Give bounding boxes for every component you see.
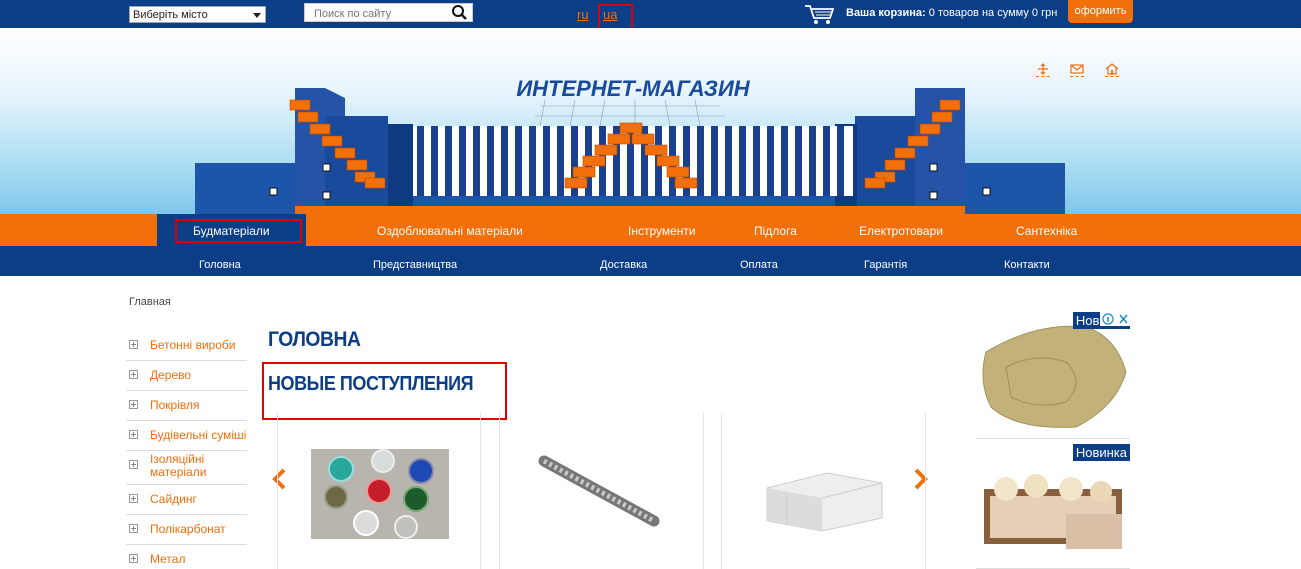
lang-ru-link[interactable]: ru: [577, 7, 589, 22]
fence-column: [795, 126, 802, 196]
sidebar-item[interactable]: Метал: [126, 545, 247, 569]
fence-column: [837, 126, 844, 196]
category-item-elektrotovary[interactable]: Електротовари: [859, 224, 943, 238]
city-select-value: Виберіть місто: [133, 9, 208, 21]
fence-column: [529, 126, 536, 196]
category-item-santekhnika[interactable]: Сантехніка: [1016, 224, 1077, 238]
category-item-budmaterialy[interactable]: Будматеріали: [193, 224, 270, 238]
ad-image-blanket[interactable]: [976, 312, 1130, 439]
fence-column: [753, 126, 760, 196]
chevron-down-icon: [253, 13, 261, 18]
fence-column: [459, 126, 466, 196]
product-image[interactable]: [762, 463, 887, 533]
sidebar-item-label[interactable]: Дерево: [150, 369, 191, 382]
ad-info-close-icon[interactable]: [1100, 312, 1132, 326]
sidebar-item-label[interactable]: Ізоляційні матеріали: [150, 453, 230, 479]
fence-column: [431, 126, 438, 196]
fence-column: [767, 126, 774, 196]
nav-item-offices[interactable]: Представництва: [373, 259, 457, 271]
ad-image-sofa[interactable]: [976, 444, 1130, 569]
expand-plus-icon[interactable]: [129, 430, 138, 439]
section-title-highlight: [262, 362, 507, 420]
home-icon[interactable]: [1104, 63, 1119, 77]
category-item-pidloha[interactable]: Підлога: [754, 224, 797, 238]
top-bar: Виберіть місто ru ua Ваша корзина: 0 тов…: [0, 0, 1301, 32]
fence-column: [487, 126, 494, 196]
fence-column: [725, 126, 732, 196]
sidebar-categories: Бетонні вироби Дерево Покрівля Будівельн…: [126, 331, 247, 569]
fence-column: [417, 126, 424, 196]
sidebar-item[interactable]: Дерево: [126, 361, 247, 391]
expand-plus-icon[interactable]: [129, 340, 138, 349]
sidebar-item-label[interactable]: Полікарбонат: [150, 523, 226, 536]
nav-item-delivery[interactable]: Доставка: [600, 259, 647, 271]
expand-plus-icon[interactable]: [129, 460, 138, 469]
fence-column: [711, 126, 718, 196]
sidebar-item-label[interactable]: Бетонні вироби: [150, 339, 235, 352]
store-building-illustration: ИНТЕРНЕТ-МАГАЗИН: [195, 76, 1065, 214]
checkout-button[interactable]: оформить: [1068, 0, 1133, 23]
header-icons: [1036, 63, 1136, 78]
search-button[interactable]: [448, 4, 472, 21]
fence-column: [739, 126, 746, 196]
cart-label: Ваша корзина:: [846, 7, 926, 19]
ad-badge-new: Новинка: [1072, 444, 1130, 461]
sidebar-item[interactable]: Будівельні суміші: [126, 421, 247, 451]
fence-column: [543, 126, 550, 196]
page-title: ГОЛОВНА: [268, 328, 361, 351]
product-image[interactable]: [536, 453, 666, 538]
sitemap-icon[interactable]: [1036, 63, 1050, 77]
category-nav: Будматеріали Оздоблювальні матеріали Інс…: [0, 214, 1301, 246]
sidebar-item[interactable]: Полікарбонат: [126, 515, 247, 545]
product-image[interactable]: [311, 449, 449, 539]
product-card[interactable]: [721, 413, 926, 569]
header-banner: ИНТЕРНЕТ-МАГАЗИН: [0, 28, 1301, 214]
sidebar-item[interactable]: Покрівля: [126, 391, 247, 421]
fence-column: [473, 126, 480, 196]
sidebar-item-label[interactable]: Метал: [150, 553, 185, 566]
fence-column: [557, 126, 564, 196]
ad-banner[interactable]: Новинка: [976, 312, 1130, 439]
fence-column: [781, 126, 788, 196]
expand-plus-icon[interactable]: [129, 494, 138, 503]
fence-column: [809, 126, 816, 196]
expand-plus-icon[interactable]: [129, 524, 138, 533]
sidebar-item[interactable]: Сайдинг: [126, 485, 247, 515]
sidebar-item[interactable]: Ізоляційні матеріали: [126, 451, 247, 485]
secondary-nav: Головна Представництва Доставка Оплата Г…: [0, 246, 1301, 276]
search-icon: [452, 5, 467, 20]
expand-plus-icon[interactable]: [129, 370, 138, 379]
expand-plus-icon[interactable]: [129, 400, 138, 409]
sidebar-item[interactable]: Бетонні вироби: [126, 331, 247, 361]
category-item-ozdobliuvalni[interactable]: Оздоблювальні матеріали: [377, 224, 523, 238]
fence-column: [501, 126, 508, 196]
fence-column: [823, 126, 830, 196]
city-select[interactable]: Виберіть місто: [129, 6, 266, 23]
nav-item-home[interactable]: Головна: [199, 259, 241, 271]
nav-item-contacts[interactable]: Контакти: [1004, 259, 1050, 271]
cart-summary: Ваша корзина: 0 товаров на сумму 0 грн: [846, 7, 1057, 19]
sidebar-item-label[interactable]: Сайдинг: [150, 493, 197, 506]
sidebar-item-label[interactable]: Будівельні суміші: [150, 429, 246, 442]
expand-plus-icon[interactable]: [129, 554, 138, 563]
sidebar-item-label[interactable]: Покрівля: [150, 399, 200, 412]
cart-summary-value: 0 товаров на сумму 0 грн: [928, 7, 1058, 19]
nav-item-payment[interactable]: Оплата: [740, 259, 778, 271]
mail-icon[interactable]: [1070, 63, 1085, 77]
fence-column: [697, 126, 704, 196]
fence-column: [445, 126, 452, 196]
product-card[interactable]: [499, 413, 704, 569]
search-box: [304, 3, 473, 22]
banner-logo-text: ИНТЕРНЕТ-МАГАЗИН: [516, 76, 750, 101]
category-item-instrumenty[interactable]: Інструменти: [628, 224, 696, 238]
cart-icon[interactable]: [803, 3, 837, 25]
product-card[interactable]: [277, 413, 481, 569]
nav-item-warranty[interactable]: Гарантія: [864, 259, 907, 271]
search-input[interactable]: [305, 4, 445, 21]
fence-column: [515, 126, 522, 196]
ad-banner[interactable]: Новинка: [976, 444, 1130, 569]
breadcrumb[interactable]: Главная: [129, 296, 171, 308]
